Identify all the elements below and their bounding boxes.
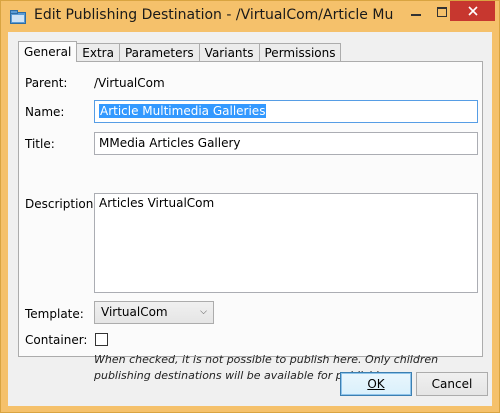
name-input-value: Article Multimedia Galleries (99, 104, 267, 118)
template-select[interactable]: VirtualCom ⌵ (94, 301, 214, 324)
title-input-value: MMedia Articles Gallery (99, 136, 241, 150)
description-label: Description: (25, 197, 98, 211)
tab-general[interactable]: General (18, 41, 78, 62)
tab-permissions[interactable]: Permissions (258, 43, 342, 62)
ok-button-label: OK (367, 377, 385, 391)
folder-icon (10, 10, 26, 24)
parent-label: Parent: (25, 76, 68, 90)
description-value: Articles VirtualCom (99, 196, 215, 210)
description-textarea[interactable]: Articles VirtualCom (94, 193, 478, 293)
tab-extra[interactable]: Extra (76, 43, 120, 62)
tab-parameters[interactable]: Parameters (118, 43, 200, 62)
title-label: Title: (25, 137, 55, 151)
minimize-button[interactable] (403, 2, 429, 22)
tab-strip: General Extra Parameters Variants Permis… (18, 41, 342, 62)
name-input[interactable]: Article Multimedia Galleries (94, 100, 478, 123)
cancel-button-label: Cancel (431, 377, 473, 391)
container-label: Container: (25, 333, 88, 347)
name-label: Name: (25, 105, 65, 119)
template-selected-value: VirtualCom (101, 305, 168, 319)
tab-variants[interactable]: Variants (198, 43, 260, 62)
dialog-body: General Extra Parameters Variants Permis… (8, 32, 492, 406)
window-title: Edit Publishing Destination - /VirtualCo… (34, 7, 394, 23)
cancel-button[interactable]: Cancel (416, 372, 488, 396)
parent-value: /VirtualCom (94, 76, 165, 90)
ok-button[interactable]: OK (340, 372, 412, 396)
close-icon (467, 6, 478, 16)
title-bar[interactable]: Edit Publishing Destination - /VirtualCo… (1, 1, 499, 32)
dialog-window: Edit Publishing Destination - /VirtualCo… (0, 0, 500, 413)
chevron-down-icon: ⌵ (200, 307, 207, 317)
template-label: Template: (25, 307, 84, 321)
close-button[interactable] (450, 1, 495, 21)
general-panel: Parent: /VirtualCom Name: Article Multim… (18, 61, 483, 382)
container-checkbox[interactable] (95, 333, 108, 346)
title-input[interactable]: MMedia Articles Gallery (94, 132, 478, 155)
